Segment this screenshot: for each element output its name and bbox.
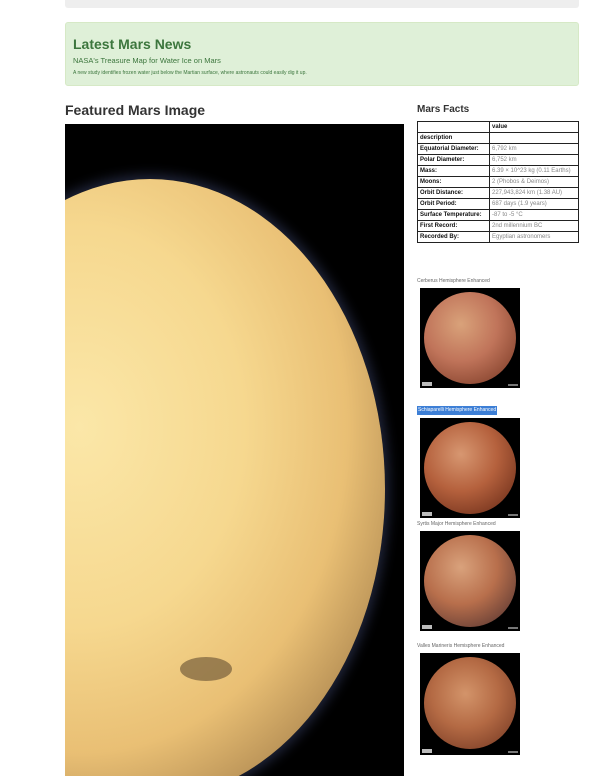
hemisphere-title: Valles Marineris Hemisphere Enhanced (417, 643, 505, 649)
hemisphere-title: Syrtis Major Hemisphere Enhanced (417, 521, 496, 527)
table-row: Orbit Distance: 227,943,824 km (1.38 AU) (417, 187, 579, 199)
fact-label: Orbit Period: (417, 198, 490, 210)
hemisphere-title: Schiaparelli Hemisphere Enhanced (417, 406, 498, 415)
news-heading: Latest Mars News (73, 36, 192, 52)
fact-label: Orbit Distance: (417, 187, 490, 199)
mars-globe (424, 535, 516, 627)
fact-label: Equatorial Diameter: (417, 143, 490, 155)
news-title[interactable]: NASA's Treasure Map for Water Ice on Mar… (73, 56, 571, 65)
hemisphere-title: Cerberus Hemisphere Enhanced (417, 278, 490, 284)
fact-value: 2 (Phobos & Deimos) (489, 176, 579, 188)
fact-value: 687 days (1.9 years) (489, 198, 579, 210)
image-caption-mark (422, 625, 432, 629)
fact-label: Polar Diameter: (417, 154, 490, 166)
image-caption-mark (422, 749, 432, 753)
column-header-value: value (489, 121, 579, 133)
table-row: Mass: 6.39 × 10^23 kg (0.11 Earths) (417, 165, 579, 177)
top-bar (65, 0, 579, 8)
fact-label: Surface Temperature: (417, 209, 490, 221)
news-teaser: A new study identifies frozen water just… (73, 70, 307, 76)
fact-value: 227,943,824 km (1.38 AU) (489, 187, 579, 199)
index-header-description: description (417, 132, 490, 144)
planet-feature (180, 657, 232, 681)
image-caption-mark (422, 382, 432, 386)
fact-value: 6,752 km (489, 154, 579, 166)
fact-label: First Record: (417, 220, 490, 232)
image-caption-mark (422, 512, 432, 516)
image-credit-mark (508, 384, 518, 386)
latest-news-panel: Latest Mars News NASA's Treasure Map for… (65, 22, 579, 86)
fact-value: 6.39 × 10^23 kg (0.11 Earths) (489, 165, 579, 177)
hemisphere-image-schiaparelli[interactable] (420, 418, 520, 518)
table-header-row: value (417, 121, 579, 133)
image-credit-mark (508, 751, 518, 753)
table-row: Surface Temperature: -87 to -5 °C (417, 209, 579, 221)
hemisphere-image-cerberus[interactable] (420, 288, 520, 388)
fact-value: Egyptian astronomers (489, 231, 579, 243)
fact-value: 2nd millennium BC (489, 220, 579, 232)
image-credit-mark (508, 627, 518, 629)
table-row: First Record: 2nd millennium BC (417, 220, 579, 232)
fact-value: -87 to -5 °C (489, 209, 579, 221)
table-row: Recorded By: Egyptian astronomers (417, 231, 579, 243)
featured-image-heading: Featured Mars Image (65, 102, 206, 118)
hemisphere-item: Cerberus Hemisphere Enhanced (417, 277, 537, 388)
table-corner-cell (417, 121, 490, 133)
hemisphere-image-syrtis-major[interactable] (420, 531, 520, 631)
fact-value: 6,792 km (489, 143, 579, 155)
table-row: Moons: 2 (Phobos & Deimos) (417, 176, 579, 188)
fact-label: Moons: (417, 176, 490, 188)
table-row: Equatorial Diameter: 6,792 km (417, 143, 579, 155)
hemisphere-item: Schiaparelli Hemisphere Enhanced (417, 398, 537, 518)
table-row: Orbit Period: 687 days (1.9 years) (417, 198, 579, 210)
table-index-row: description (417, 132, 579, 144)
mars-facts-heading: Mars Facts (417, 104, 470, 115)
table-empty-cell (489, 132, 579, 144)
hemisphere-item: Syrtis Major Hemisphere Enhanced (417, 520, 537, 631)
mars-globe (424, 657, 516, 749)
table-row: Polar Diameter: 6,752 km (417, 154, 579, 166)
mars-globe (424, 422, 516, 514)
hemisphere-item: Valles Marineris Hemisphere Enhanced (417, 642, 522, 755)
fact-label: Mass: (417, 165, 490, 177)
planet-disc (65, 179, 385, 776)
mars-facts-table: value description Equatorial Diameter: 6… (417, 121, 579, 243)
fact-label: Recorded By: (417, 231, 490, 243)
image-credit-mark (508, 514, 518, 516)
mars-globe (424, 292, 516, 384)
hemisphere-image-valles-marineris[interactable] (420, 653, 520, 755)
featured-mars-image[interactable] (65, 124, 404, 776)
